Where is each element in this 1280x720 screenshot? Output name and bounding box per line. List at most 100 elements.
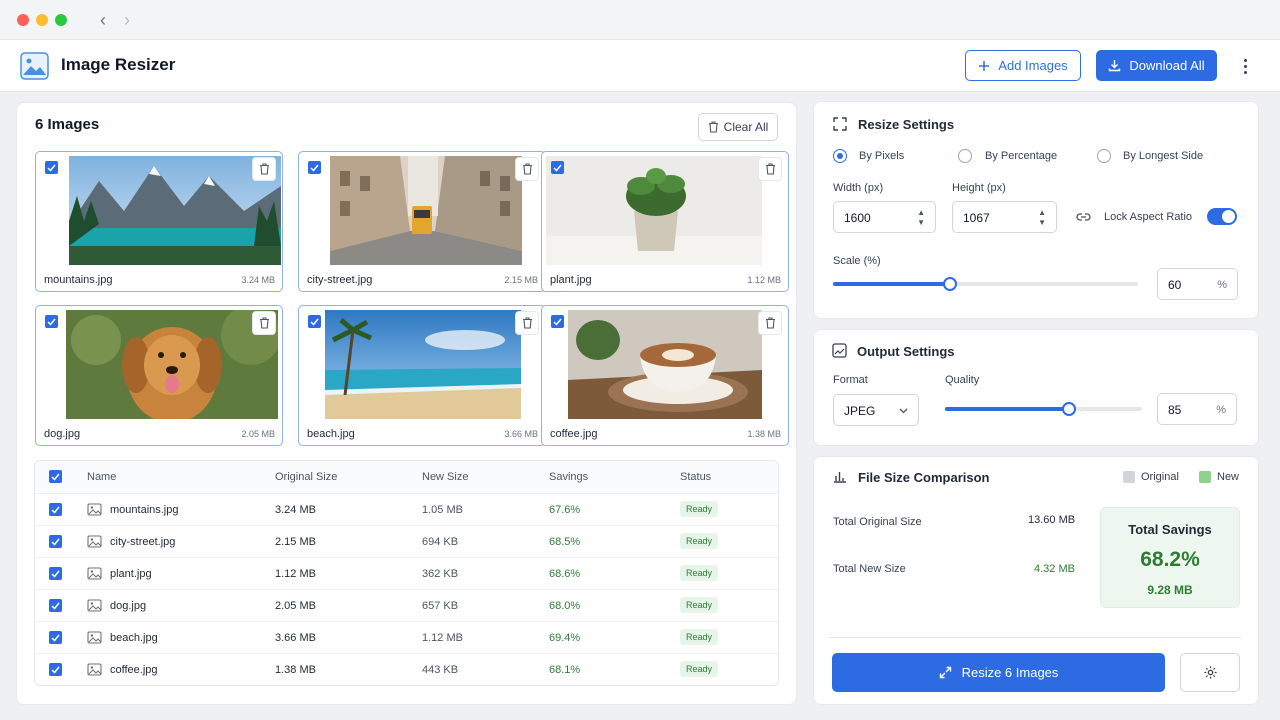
download-all-button[interactable]: Download All xyxy=(1096,50,1217,81)
delete-coffee-button[interactable] xyxy=(758,311,782,335)
col-header-savings[interactable]: Savings xyxy=(549,471,588,483)
legend-original-label: Original xyxy=(1141,471,1179,483)
image-icon xyxy=(87,567,102,580)
scale-slider[interactable] xyxy=(833,277,1138,291)
card-filename: coffee.jpg xyxy=(550,428,598,440)
image-card-plant[interactable]: plant.jpg 1.12 MB xyxy=(541,151,789,292)
delete-mountains-button[interactable] xyxy=(252,157,276,181)
add-images-button[interactable]: Add Images xyxy=(965,50,1081,81)
image-card-dog[interactable]: dog.jpg 2.05 MB xyxy=(35,305,283,446)
more-vertical-icon[interactable] xyxy=(1235,54,1255,78)
format-value: JPEG xyxy=(844,404,876,418)
comparison-title: File Size Comparison xyxy=(858,470,990,485)
trash-icon xyxy=(765,163,775,175)
thumbnail-mountains xyxy=(69,156,281,265)
lock-aspect-toggle[interactable] xyxy=(1207,208,1237,225)
row-new-size: 694 KB xyxy=(422,536,459,548)
check-icon xyxy=(51,634,60,642)
maximize-window-button[interactable] xyxy=(55,14,67,26)
check-icon xyxy=(553,164,562,172)
minimize-window-button[interactable] xyxy=(36,14,48,26)
check-icon xyxy=(310,164,319,172)
image-card-coffee[interactable]: coffee.jpg 1.38 MB xyxy=(541,305,789,446)
row-original-size: 1.38 MB xyxy=(275,664,316,676)
card-filename: beach.jpg xyxy=(307,428,355,440)
resize-images-button[interactable]: Resize 6 Images xyxy=(832,653,1165,692)
table-row[interactable]: mountains.jpg 3.24 MB 1.05 MB 67.6% Ready xyxy=(35,493,778,525)
select-checkbox-city-street[interactable] xyxy=(308,161,321,174)
status-badge: Ready xyxy=(680,501,719,517)
scale-slider-handle[interactable] xyxy=(943,277,957,291)
chevron-left-icon[interactable]: ‹ xyxy=(100,10,106,30)
image-card-city-street[interactable]: city-street.jpg 2.15 MB xyxy=(298,151,546,292)
select-checkbox-dog[interactable] xyxy=(45,315,58,328)
total-savings-title: Total Savings xyxy=(1128,522,1212,537)
table-row[interactable]: city-street.jpg 2.15 MB 694 KB 68.5% Ready xyxy=(35,525,778,557)
row-savings: 67.6% xyxy=(549,504,581,516)
delete-beach-button[interactable] xyxy=(515,311,539,335)
row-checkbox[interactable] xyxy=(49,567,62,580)
height-input[interactable]: 1067 ▲ ▼ xyxy=(952,201,1057,233)
total-original-value: 13.60 MB xyxy=(1028,514,1076,526)
image-card-beach[interactable]: beach.jpg 3.66 MB xyxy=(298,305,546,446)
quality-input[interactable]: 85 % xyxy=(1157,393,1237,425)
chevron-right-icon[interactable]: › xyxy=(124,10,130,30)
quality-slider-handle[interactable] xyxy=(1062,402,1076,416)
select-all-checkbox[interactable] xyxy=(49,470,62,483)
delete-dog-button[interactable] xyxy=(252,311,276,335)
image-card-mountains[interactable]: mountains.jpg 3.24 MB xyxy=(35,151,283,292)
row-checkbox[interactable] xyxy=(49,535,62,548)
col-header-new[interactable]: New Size xyxy=(422,471,468,483)
mode-radio-percentage[interactable] xyxy=(958,149,972,163)
table-row[interactable]: plant.jpg 1.12 MB 362 KB 68.6% Ready xyxy=(35,557,778,589)
close-window-button[interactable] xyxy=(17,14,29,26)
card-filename: city-street.jpg xyxy=(307,274,373,286)
col-header-status[interactable]: Status xyxy=(680,471,711,483)
width-stepper[interactable]: ▲ ▼ xyxy=(917,208,925,228)
row-checkbox[interactable] xyxy=(49,663,62,676)
check-icon xyxy=(47,164,56,172)
thumbnail-coffee xyxy=(568,310,762,419)
row-savings: 68.0% xyxy=(549,600,581,612)
thumbnail-dog xyxy=(66,310,278,419)
expand-icon xyxy=(939,666,951,679)
row-savings: 68.1% xyxy=(549,664,581,676)
table-row[interactable]: dog.jpg 2.05 MB 657 KB 68.0% Ready xyxy=(35,589,778,621)
row-savings: 68.5% xyxy=(549,536,581,548)
col-header-name[interactable]: Name xyxy=(87,471,116,483)
delete-city-street-button[interactable] xyxy=(515,157,539,181)
row-name: city-street.jpg xyxy=(110,536,176,548)
row-checkbox[interactable] xyxy=(49,599,62,612)
check-icon xyxy=(51,538,60,546)
quality-slider[interactable] xyxy=(945,402,1142,416)
row-original-size: 3.24 MB xyxy=(275,504,316,516)
card-filesize: 3.24 MB xyxy=(241,275,275,285)
status-badge: Ready xyxy=(680,533,719,549)
row-checkbox[interactable] xyxy=(49,503,62,516)
row-checkbox[interactable] xyxy=(49,631,62,644)
select-checkbox-plant[interactable] xyxy=(551,161,564,174)
settings-button[interactable] xyxy=(1180,653,1240,692)
image-icon xyxy=(87,663,102,676)
card-filename: plant.jpg xyxy=(550,274,592,286)
app-title: Image Resizer xyxy=(61,55,176,74)
check-icon xyxy=(553,318,562,326)
mode-radio-pixels[interactable] xyxy=(833,149,847,163)
format-select[interactable]: JPEG xyxy=(833,394,919,426)
table-row[interactable]: coffee.jpg 1.38 MB 443 KB 68.1% Ready xyxy=(35,653,778,685)
chevron-down-icon xyxy=(899,408,908,414)
thumbnail-beach xyxy=(325,310,521,419)
clear-all-button[interactable]: Clear All xyxy=(698,113,778,141)
select-checkbox-coffee[interactable] xyxy=(551,315,564,328)
select-checkbox-beach[interactable] xyxy=(308,315,321,328)
width-input[interactable]: 1600 ▲ ▼ xyxy=(833,201,936,233)
quality-value: 85 xyxy=(1168,403,1182,417)
table-row[interactable]: beach.jpg 3.66 MB 1.12 MB 69.4% Ready xyxy=(35,621,778,653)
delete-plant-button[interactable] xyxy=(758,157,782,181)
trash-icon xyxy=(522,163,532,175)
col-header-original[interactable]: Original Size xyxy=(275,471,337,483)
height-stepper[interactable]: ▲ ▼ xyxy=(1038,208,1046,228)
scale-input[interactable]: 60 % xyxy=(1157,268,1238,300)
mode-radio-longest-side[interactable] xyxy=(1097,149,1111,163)
select-checkbox-mountains[interactable] xyxy=(45,161,58,174)
